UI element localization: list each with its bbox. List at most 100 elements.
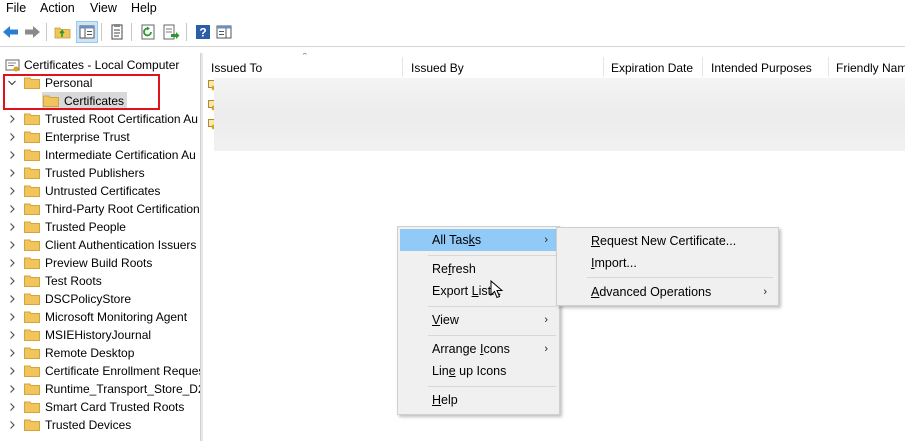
pane-splitter[interactable] [200,53,203,441]
tree-item-store[interactable]: Intermediate Certification Au [0,146,200,164]
chevron-right-icon[interactable] [7,380,17,398]
tree-item-store[interactable]: Trusted Publishers [0,164,200,182]
column-separator[interactable] [702,57,703,77]
folder-icon [24,293,40,305]
tree-item-label: Remote Desktop [45,346,135,360]
column-header-issued-to[interactable]: Issued To [211,53,262,78]
menu-file[interactable]: File [6,1,26,15]
toolbar: ? [0,19,905,46]
folder-icon [24,185,40,197]
tree-item-store[interactable]: Enterprise Trust [0,128,200,146]
chevron-right-icon[interactable] [7,236,17,254]
menu-separator [587,277,773,278]
folder-icon [24,275,40,287]
tree-item-store[interactable]: Test Roots [0,272,200,290]
column-separator[interactable] [828,57,829,77]
back-icon[interactable] [1,22,21,42]
folder-icon [24,167,40,179]
chevron-right-icon[interactable] [7,164,17,182]
column-header-issued-by[interactable]: Issued By [411,53,464,78]
menu-item-all-tasks[interactable]: All Tasks › [400,229,556,251]
toolbar-divider [0,46,905,47]
export-list-icon[interactable] [161,22,181,42]
menu-item-label: All Tasks [432,233,482,247]
column-header-expiration-date[interactable]: Expiration Date [611,53,693,78]
tree-item-store[interactable]: Remote Desktop [0,344,200,362]
menu-separator [428,255,556,256]
menu-separator [428,306,556,307]
folder-icon [24,239,40,251]
help-icon[interactable]: ? [193,22,213,42]
sort-ascending-icon: ⌃ [301,53,309,61]
tree-item-store[interactable]: Trusted People [0,218,200,236]
chevron-right-icon[interactable] [7,182,17,200]
chevron-right-icon[interactable] [7,218,17,236]
menu-view[interactable]: View [90,1,117,15]
menu-item-label: View [432,313,459,327]
menu-item-advanced-operations[interactable]: Advanced Operations › [559,281,775,303]
folder-icon [24,311,40,323]
column-separator[interactable] [603,57,604,77]
submenu-arrow-icon: › [544,234,548,246]
menu-item-refresh[interactable]: Refresh [400,258,556,280]
menu-item-help[interactable]: Help [400,389,556,411]
chevron-right-icon[interactable] [7,398,17,416]
folder-icon [24,401,40,413]
column-header-intended-purposes[interactable]: Intended Purposes [711,53,812,78]
tree-item-label: Enterprise Trust [45,130,130,144]
chevron-right-icon[interactable] [7,362,17,380]
chevron-right-icon[interactable] [7,308,17,326]
refresh-icon[interactable] [138,22,158,42]
menu-item-label: Arrange Icons [432,342,510,356]
menu-action[interactable]: Action [40,1,75,15]
chevron-right-icon[interactable] [7,128,17,146]
menu-item-import[interactable]: Import... [559,252,775,274]
tree-item-label: Smart Card Trusted Roots [45,400,185,414]
tree-item-label: Third-Party Root Certification [45,202,200,216]
tree-item-store[interactable]: Runtime_Transport_Store_D2 [0,380,200,398]
chevron-right-icon[interactable] [7,272,17,290]
tree-item-store[interactable]: Trusted Root Certification Au [0,110,200,128]
toolbar-separator [101,23,102,41]
chevron-right-icon[interactable] [7,200,17,218]
up-folder-icon[interactable] [53,22,73,42]
show-hide-action-pane-icon[interactable] [214,22,234,42]
tree-item-store[interactable]: DSCPolicyStore [0,290,200,308]
chevron-right-icon[interactable] [7,146,17,164]
tree-item-store[interactable]: Trusted Devices [0,416,200,434]
menu-item-label: Import... [591,256,637,270]
menu-help[interactable]: Help [131,1,157,15]
chevron-right-icon[interactable] [7,326,17,344]
chevron-right-icon[interactable] [7,110,17,128]
tree-item-store[interactable]: Third-Party Root Certification [0,200,200,218]
show-hide-tree-icon[interactable] [76,21,98,43]
tree-item-store[interactable]: Microsoft Monitoring Agent [0,308,200,326]
context-menu: All Tasks › Refresh Export List... View … [397,226,560,415]
folder-icon [24,149,40,161]
tree-item-label: Test Roots [45,274,102,288]
properties-icon[interactable] [107,22,127,42]
tree-item-store[interactable]: Preview Build Roots [0,254,200,272]
menu-item-request-new-certificate[interactable]: Request New Certificate... [559,230,775,252]
tree-item-label: Untrusted Certificates [45,184,161,198]
tree-item-store[interactable]: Certificate Enrollment Reques [0,362,200,380]
toolbar-separator [46,23,47,41]
tree-item-store[interactable]: MSIEHistoryJournal [0,326,200,344]
tree-item-store[interactable]: Smart Card Trusted Roots [0,398,200,416]
tree-item-store[interactable]: Client Authentication Issuers [0,236,200,254]
column-separator[interactable] [402,57,403,77]
tree-item-label: Trusted Root Certification Au [45,112,198,126]
forward-icon[interactable] [22,22,42,42]
tree-item-store[interactable]: Untrusted Certificates [0,182,200,200]
column-header-friendly-name[interactable]: Friendly Nam [836,53,905,78]
menu-item-arrange-icons[interactable]: Arrange Icons › [400,338,556,360]
menu-item-label: Line up Icons [432,364,507,378]
menu-item-export-list[interactable]: Export List... [400,280,556,302]
submenu-arrow-icon: › [544,314,548,326]
chevron-right-icon[interactable] [7,290,17,308]
chevron-right-icon[interactable] [7,416,17,434]
chevron-right-icon[interactable] [7,254,17,272]
menu-item-line-up-icons[interactable]: Line up Icons [400,360,556,382]
menu-item-view[interactable]: View › [400,309,556,331]
chevron-right-icon[interactable] [7,344,17,362]
